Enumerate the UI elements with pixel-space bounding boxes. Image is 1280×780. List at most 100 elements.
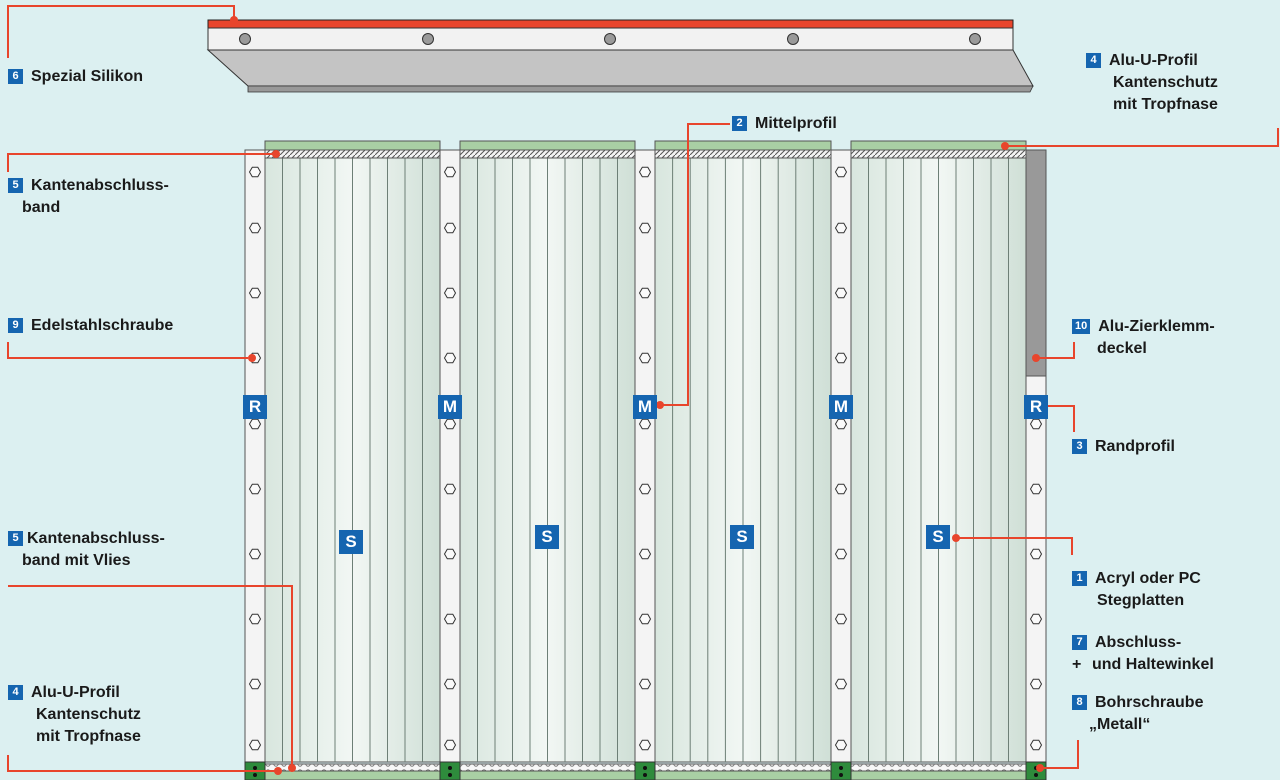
stainless-screw-icon xyxy=(834,418,848,430)
stainless-screw-icon xyxy=(834,166,848,178)
drill-screw-icon xyxy=(253,766,257,770)
label-text: Alu-Zierklemm- xyxy=(1098,318,1215,335)
edge-closing-tape xyxy=(654,149,832,159)
label-text: Abschluss- xyxy=(1095,634,1182,651)
edge-tape-vlies xyxy=(654,763,832,772)
stainless-screw-icon xyxy=(638,352,652,364)
label-text: mit Tropfnase xyxy=(1113,96,1218,113)
stainless-screw-icon xyxy=(834,287,848,299)
bottom-profile-strip xyxy=(654,770,832,780)
label-text: und Haltewinkel xyxy=(1092,656,1214,673)
label-text: Mittelprofil xyxy=(755,115,837,132)
drill-screw-icon xyxy=(448,766,452,770)
label-randprofil: 3 Randprofil xyxy=(1072,436,1175,458)
drill-screw-icon xyxy=(1034,773,1038,777)
stainless-screw-icon xyxy=(443,678,457,690)
label-text: band mit Vlies xyxy=(22,552,131,569)
label-text: Acryl oder PC xyxy=(1095,570,1201,587)
leader-edelstahl xyxy=(7,342,248,359)
label-text: Kantenschutz xyxy=(1113,74,1218,91)
edge-closing-tape xyxy=(850,149,1027,159)
stainless-screw-icon xyxy=(443,166,457,178)
callout-number: 6 xyxy=(8,69,23,84)
bottom-profile-strip xyxy=(264,770,441,780)
stainless-screw-icon xyxy=(1029,678,1043,690)
mittelprofil xyxy=(634,149,656,763)
mittelprofil-3-badge: M xyxy=(829,395,853,419)
stainless-screw-icon xyxy=(1029,548,1043,560)
stegplatte-2-badge: S xyxy=(535,525,559,549)
stegplatte-1-badge: S xyxy=(339,530,363,554)
stainless-screw-icon xyxy=(834,548,848,560)
stainless-screw-icon xyxy=(638,548,652,560)
holding-angle xyxy=(830,761,852,780)
stainless-screw-icon xyxy=(248,739,262,751)
randprofil-left-badge: R xyxy=(243,395,267,419)
stainless-screw-icon xyxy=(638,418,652,430)
drill-screw-icon xyxy=(253,773,257,777)
alu-u-profile-top-part xyxy=(206,19,1034,93)
edge-closing-tape xyxy=(264,149,441,159)
stainless-screw-icon xyxy=(248,222,262,234)
callout-number: 4 xyxy=(1086,53,1101,68)
stainless-screw-icon xyxy=(248,678,262,690)
stainless-screw-icon xyxy=(834,678,848,690)
stainless-screw-icon xyxy=(1029,739,1043,751)
callout-number: 5 xyxy=(8,178,23,193)
mittelprofil xyxy=(830,149,852,763)
silicone-strip xyxy=(207,19,1014,29)
drill-screw-icon xyxy=(839,766,843,770)
stainless-screw-icon xyxy=(248,418,262,430)
label-text: „Metall“ xyxy=(1089,716,1151,733)
mittelprofil-2-badge: M xyxy=(633,395,657,419)
stainless-screw-icon xyxy=(638,678,652,690)
label-text: Randprofil xyxy=(1095,438,1175,455)
stainless-screw-icon xyxy=(248,613,262,625)
randprofil xyxy=(1025,375,1047,763)
edge-tape-vlies xyxy=(850,763,1027,772)
randprofil xyxy=(244,149,266,763)
label-text: mit Tropfnase xyxy=(36,728,141,745)
bottom-profile-strip xyxy=(850,770,1027,780)
label-mittelprofil: 2 Mittelprofil xyxy=(732,113,837,135)
drip-nose xyxy=(206,49,1034,87)
leader-alu-bottom xyxy=(7,755,278,772)
stainless-screw-icon xyxy=(638,739,652,751)
callout-number: 1 xyxy=(1072,571,1087,586)
stainless-screw-icon xyxy=(443,287,457,299)
stainless-screw-icon xyxy=(638,222,652,234)
callout-number: 7 xyxy=(1072,635,1087,650)
edge-seal-strip xyxy=(654,140,832,151)
callout-number: 2 xyxy=(732,116,747,131)
label-spezial-silikon: 6 Spezial Silikon xyxy=(8,66,143,88)
label-text: Kantenabschluss- xyxy=(27,530,165,547)
label-text: Alu-U-Profil xyxy=(31,684,120,701)
stegplatte-4-badge: S xyxy=(926,525,950,549)
drill-screw-icon xyxy=(839,773,843,777)
leader-alu-top xyxy=(1005,128,1279,147)
mittelprofil-1-badge: M xyxy=(438,395,462,419)
stainless-screw-icon xyxy=(248,483,262,495)
label-bohrschraube: 8 Bohrschraube „Metall“ xyxy=(1072,692,1203,736)
label-text: band xyxy=(22,199,61,216)
roof-panels xyxy=(244,140,1047,780)
holding-angle xyxy=(439,761,461,780)
label-text: Alu-U-Profil xyxy=(1109,52,1198,69)
stainless-screw-icon xyxy=(248,166,262,178)
leader-kantenabschluss xyxy=(7,153,276,172)
label-text: Edelstahlschraube xyxy=(31,317,174,334)
label-text: deckel xyxy=(1097,340,1147,357)
drill-screw-icon xyxy=(643,766,647,770)
stainless-screw-icon xyxy=(638,613,652,625)
drill-screw-icon xyxy=(643,773,647,777)
stainless-screw-icon xyxy=(443,352,457,364)
callout-number: 3 xyxy=(1072,439,1087,454)
label-text: Kantenabschluss- xyxy=(31,177,169,194)
label-alu-u-profil-bottom: 4 Alu-U-Profil Kantenschutz mit Tropfnase xyxy=(8,682,141,748)
stainless-screw-icon xyxy=(834,613,848,625)
stainless-screw-icon xyxy=(1029,418,1043,430)
alu-zierklemmdeckel xyxy=(1025,149,1047,377)
leader-silikon xyxy=(7,5,235,58)
stainless-screw-icon xyxy=(443,418,457,430)
stainless-screw-icon xyxy=(248,287,262,299)
